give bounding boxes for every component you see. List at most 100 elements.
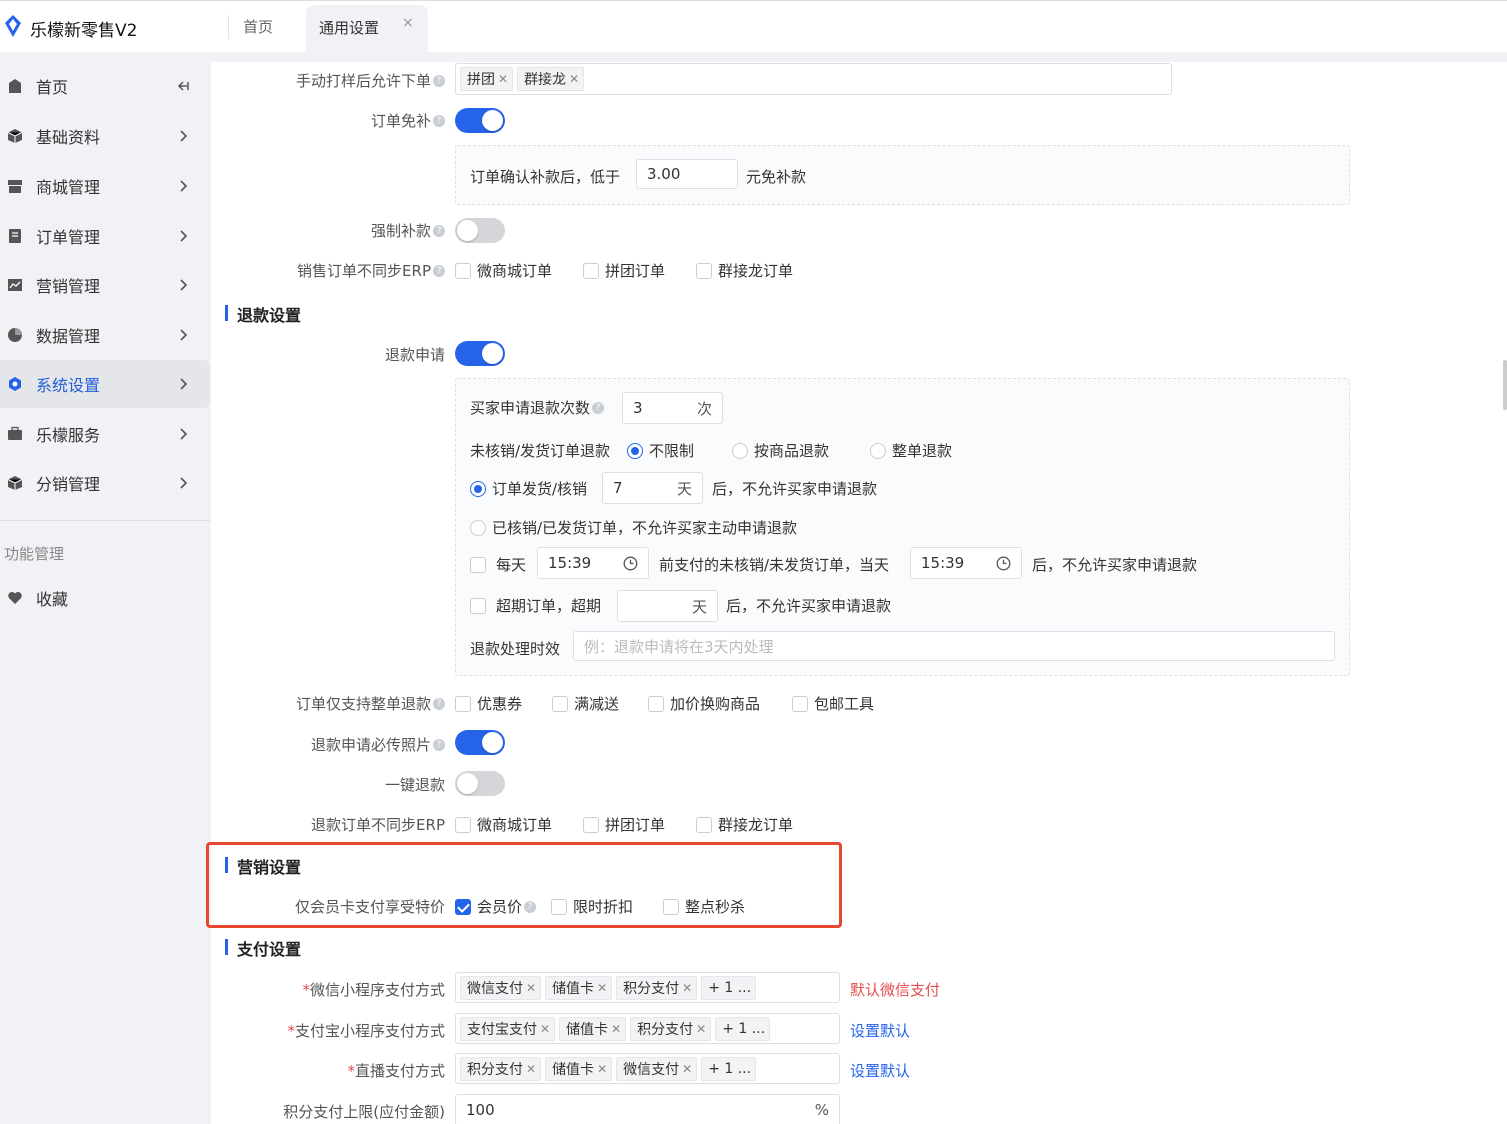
- refund-no-sync-group-checkbox[interactable]: 拼团订单: [583, 814, 665, 835]
- help-icon: ?: [433, 74, 445, 87]
- sales-no-sync-group-checkbox[interactable]: 拼团订单: [583, 260, 665, 281]
- sidebar-item-distribution[interactable]: 分销管理: [0, 459, 210, 507]
- refund-apply-label: 退款申请: [384, 346, 445, 364]
- remove-tag-icon[interactable]: ✕: [526, 1062, 536, 1076]
- alipay-select[interactable]: 支付宝支付 ✕ 储值卡 ✕ 积分支付 ✕ + 1 ...: [455, 1013, 840, 1044]
- chevron-right-icon: [180, 230, 188, 242]
- store-icon: [8, 180, 22, 193]
- settings-panel: 手动打样后允许下单? 拼团 ✕ 群接龙 ✕ 订单免补? 订单确认补款后，低于 3.0…: [211, 62, 1507, 1124]
- refund-apply-toggle[interactable]: [455, 341, 505, 366]
- unverified-whole-radio[interactable]: 整单退款: [870, 440, 952, 461]
- remove-tag-icon[interactable]: ✕: [498, 72, 508, 86]
- whole-only-discount-checkbox[interactable]: 满减送: [552, 693, 619, 714]
- remove-tag-icon[interactable]: ✕: [682, 1062, 692, 1076]
- after-ship-days-input[interactable]: 7天: [602, 472, 703, 504]
- tab-home[interactable]: 首页: [228, 15, 287, 39]
- tag-chip: 积分支付 ✕: [616, 975, 698, 1000]
- expired-days-input[interactable]: 天: [617, 590, 718, 622]
- sidebar-item-label: 商城管理: [36, 178, 101, 197]
- remove-tag-icon[interactable]: ✕: [597, 981, 607, 995]
- whole-only-coupon-checkbox[interactable]: 优惠券: [455, 693, 522, 714]
- wechat-pay-select[interactable]: 微信支付 ✕ 储值卡 ✕ 积分支付 ✕ + 1 ...: [455, 972, 840, 1003]
- sidebar-item-marketing[interactable]: 营销管理: [0, 261, 210, 309]
- manual-sample-select[interactable]: 拼团 ✕ 群接龙 ✕: [455, 63, 1172, 95]
- sidebar-item-label: 基础资料: [36, 128, 101, 147]
- tag-chip: 拼团 ✕: [460, 67, 514, 91]
- tag-chip: 群接龙 ✕: [517, 67, 585, 91]
- close-icon[interactable]: ×: [402, 15, 414, 31]
- tab-general-settings[interactable]: 通用设置 ×: [306, 5, 428, 57]
- sidebar-item-label: 首页: [36, 78, 69, 97]
- tag-chip: 支付宝支付 ✕: [460, 1016, 556, 1041]
- exempt-amount-input[interactable]: 3.00: [636, 159, 738, 189]
- refund-times-input[interactable]: 3次: [622, 392, 723, 424]
- remove-tag-icon[interactable]: ✕: [540, 1022, 550, 1036]
- collapse-sidebar-icon[interactable]: [176, 79, 190, 93]
- remove-tag-icon[interactable]: ✕: [526, 981, 536, 995]
- settings-icon: [9, 377, 21, 391]
- tag-chip: 储值卡 ✕: [545, 975, 613, 1000]
- sidebar-item-label: 订单管理: [36, 228, 101, 247]
- daily-time2-input[interactable]: 15:39: [910, 547, 1022, 579]
- manual-sample-label: 手动打样后允许下单?: [296, 70, 445, 91]
- exempt-suffix: 元免补款: [746, 168, 807, 186]
- heart-icon: [8, 592, 22, 604]
- points-limit-input[interactable]: 100%: [455, 1094, 840, 1124]
- sidebar-divider: [0, 520, 210, 521]
- order-exempt-toggle[interactable]: [455, 108, 505, 133]
- tag-chip: 积分支付 ✕: [630, 1016, 712, 1041]
- daily-time-input[interactable]: 15:39: [537, 547, 649, 579]
- after-ship-radio[interactable]: 订单发货/核销: [470, 478, 587, 499]
- expired-order-checkbox[interactable]: 超期订单，超期: [470, 595, 601, 616]
- remove-tag-icon[interactable]: ✕: [696, 1022, 706, 1036]
- remove-tag-icon[interactable]: ✕: [682, 981, 692, 995]
- daily-cutoff-checkbox[interactable]: 每天: [470, 554, 526, 575]
- unverified-unlimited-radio[interactable]: 不限制: [627, 440, 694, 461]
- sidebar-item-services[interactable]: 乐檬服务: [0, 410, 210, 458]
- cube-icon: [7, 476, 23, 490]
- help-icon: ?: [433, 114, 445, 127]
- whole-only-freeship-checkbox[interactable]: 包邮工具: [792, 693, 874, 714]
- default-wechat-pay-link[interactable]: 默认微信支付: [850, 979, 940, 1000]
- force-pay-toggle[interactable]: [455, 218, 505, 243]
- app-title: 乐檬新零售V2: [30, 21, 138, 41]
- remove-tag-icon[interactable]: ✕: [569, 72, 579, 86]
- refund-no-sync-jielong-checkbox[interactable]: 群接龙订单: [696, 814, 793, 835]
- cube-icon: [7, 129, 23, 143]
- sidebar-item-favorites[interactable]: 收藏: [0, 574, 210, 622]
- sidebar-item-basic-data[interactable]: 基础资料: [0, 112, 210, 160]
- sidebar-item-data[interactable]: 数据管理: [0, 311, 210, 359]
- sidebar-item-orders[interactable]: 订单管理: [0, 212, 210, 260]
- payment-section-title: 支付设置: [225, 936, 301, 960]
- chevron-right-icon: [180, 378, 188, 390]
- sidebar-item-home[interactable]: 首页: [0, 62, 210, 110]
- live-pay-select[interactable]: 积分支付 ✕ 储值卡 ✕ 微信支付 ✕ + 1 ...: [455, 1053, 840, 1084]
- sales-no-sync-wechat-checkbox[interactable]: 微商城订单: [455, 260, 552, 281]
- remove-tag-icon[interactable]: ✕: [611, 1022, 621, 1036]
- timeliness-input[interactable]: 例：退款申请将在3天内处理: [573, 631, 1335, 661]
- chevron-right-icon: [180, 180, 188, 192]
- help-icon: ?: [433, 224, 445, 237]
- refund-no-sync-wechat-checkbox[interactable]: 微商城订单: [455, 814, 552, 835]
- set-default-alipay-link[interactable]: 设置默认: [850, 1020, 910, 1041]
- sidebar-item-mall[interactable]: 商城管理: [0, 162, 210, 210]
- remove-tag-icon[interactable]: ✕: [597, 1062, 607, 1076]
- points-limit-label: 积分支付上限(应付金额): [283, 1103, 445, 1121]
- scrollbar[interactable]: [1503, 360, 1507, 410]
- sales-no-sync-jielong-checkbox[interactable]: 群接龙订单: [696, 260, 793, 281]
- one-click-refund-toggle[interactable]: [455, 771, 505, 796]
- daily-middle-text: 前支付的未核销/未发货订单，当天: [659, 556, 890, 574]
- chart-icon: [8, 279, 22, 291]
- whole-only-label: 订单仅支持整单退款?: [296, 693, 445, 714]
- whole-only-addon-checkbox[interactable]: 加价换购商品: [648, 693, 760, 714]
- refund-times-label: 买家申请退款次数?: [470, 397, 605, 418]
- refund-photo-toggle[interactable]: [455, 730, 505, 755]
- help-icon: ?: [433, 697, 445, 710]
- unverified-by-item-radio[interactable]: 按商品退款: [732, 440, 829, 461]
- sidebar-item-label: 分销管理: [36, 475, 101, 494]
- sidebar-item-system-settings[interactable]: 系统设置: [0, 360, 210, 408]
- help-icon: ?: [592, 401, 605, 414]
- verified-no-refund-radio[interactable]: 已核销/已发货订单，不允许买家主动申请退款: [470, 517, 797, 538]
- chevron-right-icon: [180, 279, 188, 291]
- set-default-live-link[interactable]: 设置默认: [850, 1060, 910, 1081]
